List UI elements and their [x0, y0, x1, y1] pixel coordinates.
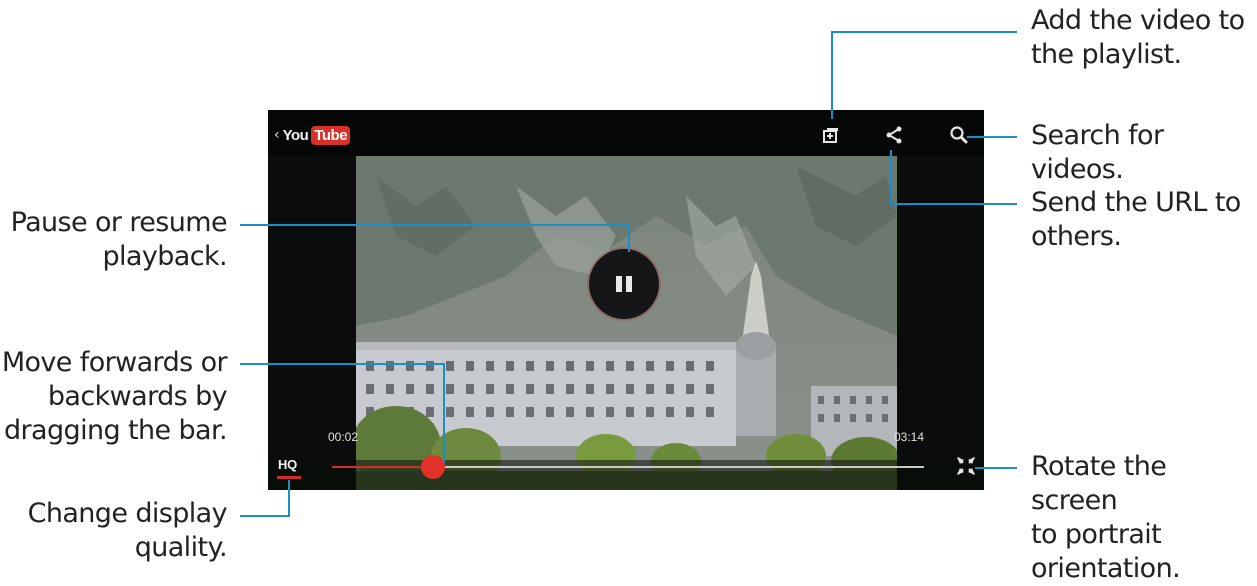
pause-button[interactable] — [589, 249, 659, 319]
callout-line-pause — [240, 224, 630, 226]
callout-move: Move forwards or backwards by dragging t… — [0, 346, 228, 448]
callout-line-move-v — [443, 363, 445, 463]
video-player: ‹ You Tube 00:02 03:14 HQ — [268, 110, 984, 490]
quality-underline — [277, 476, 301, 479]
total-time: 03:14 — [894, 430, 925, 444]
callout-quality-line-1: Change display — [27, 498, 228, 529]
share-icon[interactable] — [881, 122, 907, 148]
callout-pause-line-1: Pause or resume — [10, 207, 228, 238]
logo-you-text: You — [282, 126, 309, 144]
callout-add-playlist: Add the video to the playlist. — [1031, 4, 1245, 72]
search-icon[interactable] — [946, 122, 972, 148]
progress-thumb[interactable] — [420, 455, 445, 479]
callout-send-url: Send the URL to others. — [1031, 186, 1241, 254]
callout-pause-line-2: playback. — [102, 241, 227, 272]
callout-add-playlist-line-1: Add the video to — [1031, 5, 1245, 36]
callout-line-quality-v — [288, 480, 290, 517]
current-time: 00:02 — [328, 430, 359, 444]
callout-line-pause-v — [628, 224, 630, 252]
progress-bar[interactable] — [332, 455, 924, 479]
callout-quality: Change display quality. — [0, 497, 228, 565]
callout-rotate: Rotate the screen to portrait orientatio… — [1031, 450, 1257, 586]
controls-strip — [268, 460, 984, 490]
video-frame[interactable] — [356, 156, 897, 490]
callout-move-line-3: dragging the bar. — [4, 415, 228, 446]
video-scene — [356, 156, 897, 490]
callout-move-line-2: backwards by — [47, 381, 228, 412]
add-to-playlist-icon[interactable] — [818, 122, 844, 148]
callout-rotate-line-3: orientation. — [1031, 553, 1181, 584]
callout-search: Search for videos. — [1031, 120, 1164, 185]
callout-line-share — [890, 150, 892, 204]
pause-icon — [616, 276, 622, 292]
callout-quality-line-2: quality. — [134, 532, 228, 563]
callout-line-share-h — [890, 203, 1017, 205]
callout-line-playlist — [831, 31, 833, 119]
callout-move-line-1: Move forwards or — [1, 347, 228, 378]
rotate-screen-icon[interactable] — [955, 455, 977, 477]
callout-rotate-line-2: to portrait — [1031, 519, 1162, 550]
callout-send-url-line-2: others. — [1031, 221, 1122, 252]
callout-line-quality — [240, 515, 290, 517]
top-bar: ‹ You Tube — [268, 110, 984, 156]
callout-line-search — [967, 136, 1017, 138]
callout-pause: Pause or resume playback. — [0, 206, 228, 274]
youtube-logo[interactable]: ‹ You Tube — [274, 124, 351, 146]
chevron-left-icon[interactable]: ‹ — [274, 128, 280, 142]
callout-line-playlist-h — [831, 31, 1017, 33]
callout-line-move — [240, 363, 445, 365]
progress-fill — [332, 466, 433, 468]
quality-button[interactable]: HQ — [278, 457, 297, 472]
callout-send-url-line-1: Send the URL to — [1031, 187, 1241, 218]
callout-rotate-line-1: Rotate the screen — [1031, 451, 1167, 516]
logo-tube-text: Tube — [311, 125, 351, 145]
callout-add-playlist-line-2: the playlist. — [1031, 39, 1182, 70]
callout-line-rotate — [975, 467, 1017, 469]
